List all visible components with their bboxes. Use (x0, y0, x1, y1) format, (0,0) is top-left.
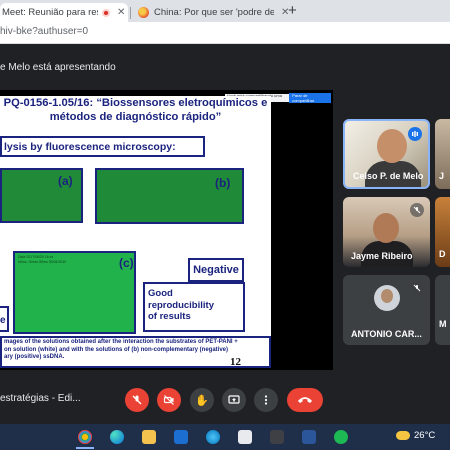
slide-title-line2: métodos de diagnóstico rápido” (49, 111, 222, 123)
participant-tile-peek[interactable]: D (435, 197, 450, 267)
more-vert-icon (264, 395, 268, 405)
address-bar[interactable]: hiv-bke?authuser=0 (0, 22, 450, 44)
good-line1: Good (148, 288, 173, 299)
positive-label-box: e (0, 306, 9, 332)
panel-b-label: (b) (215, 176, 231, 190)
more-options-button[interactable] (254, 388, 278, 412)
participant-peek-initial: M (439, 319, 447, 329)
present-icon (228, 395, 240, 404)
participant-tile-peek[interactable]: M (435, 275, 450, 345)
active-app-indicator (76, 447, 94, 449)
stop-sharing-button[interactable]: Parar de compartilhar (289, 93, 331, 103)
micrograph-c: Data 2017/06/20 16:xx Veloz, Green 80ms … (13, 251, 136, 334)
participant-name: ANTONIO CAR... (351, 329, 422, 339)
hand-icon: ✋ (195, 394, 209, 407)
meeting-name[interactable]: estratégias - Edi... (0, 393, 81, 404)
panel-c-note2: Veloz, Green 80ms 30/04/2010 (18, 260, 67, 264)
raise-hand-button[interactable]: ✋ (190, 388, 214, 412)
tab-china-title: China: Por que ser 'podre de ric (154, 7, 274, 18)
positive-label-fragment: e (0, 315, 6, 326)
panel-a-label: (a) (58, 174, 73, 188)
analysis-label: lysis by fluorescence microscopy: (4, 140, 176, 153)
panel-c-label: (c) (119, 256, 134, 270)
good-reproducibility-box: Good reproducibility of results (143, 282, 245, 332)
url-text[interactable]: hiv-bke?authuser=0 (0, 26, 88, 37)
mic-off-button[interactable] (125, 388, 149, 412)
participant-tile-peek[interactable]: J (435, 119, 450, 189)
app-icon[interactable] (270, 430, 284, 444)
tab-divider (130, 7, 131, 19)
tab-china[interactable]: China: Por que ser 'podre de ric ✕ (132, 3, 292, 22)
participant-peek-initial: D (439, 249, 446, 259)
hang-up-icon (298, 397, 312, 403)
micrograph-a: (a) (0, 168, 83, 223)
presenting-banner: e Melo está apresentando (0, 58, 450, 76)
word-icon[interactable] (302, 430, 316, 444)
participant-avatar (374, 285, 400, 311)
temperature-text: 26°C (414, 430, 436, 441)
slide-title: PQ-0156-1.05/16: “Biossensores eletroquí… (0, 96, 271, 124)
leave-call-button[interactable] (287, 388, 323, 412)
weather-widget[interactable]: 26°C (396, 430, 435, 441)
participant-video-face (377, 129, 407, 163)
camera-off-button[interactable] (157, 388, 181, 412)
spotify-icon[interactable] (334, 430, 348, 444)
present-screen-button[interactable] (222, 388, 246, 412)
mic-muted-icon (410, 281, 424, 295)
caption-line3: ary (positive) ssDNA. (4, 354, 65, 361)
participant-video-face (373, 213, 399, 243)
participant-name: Jayme Ribeiro (351, 251, 413, 261)
good-line2: reproducibility (148, 299, 214, 311)
store-icon[interactable] (174, 430, 188, 444)
presenting-text: e Melo está apresentando (0, 61, 116, 73)
slide-page-number: 12 (230, 356, 241, 368)
analysis-heading: lysis by fluorescence microscopy: (0, 136, 205, 157)
presentation-slide: PQ-0156-1.05/16: “Biossensores eletroquí… (0, 96, 271, 368)
participant-tile-antonio[interactable]: ANTONIO CAR... (343, 275, 430, 345)
negative-label: Negative (193, 264, 239, 276)
edge-icon[interactable] (110, 430, 124, 444)
os-taskbar: 26°C (0, 424, 450, 450)
browser-tab-strip: Meet: Reunião para resultad ✕ China: Por… (0, 0, 450, 22)
caption-line2: on solution (white) and with the solutio… (4, 346, 228, 353)
caption-line1: mages of the solutions obtained after th… (4, 339, 238, 345)
mic-off-icon (132, 395, 142, 405)
weather-cloud-icon (396, 431, 410, 440)
micrograph-b: (b) (95, 168, 244, 224)
mic-muted-icon (410, 203, 424, 217)
file-explorer-icon[interactable] (142, 430, 156, 444)
chrome-icon[interactable] (78, 430, 92, 444)
participant-name: Celso P. de Melo (353, 171, 424, 181)
negative-label-box: Negative (188, 258, 244, 282)
tab-meet[interactable]: Meet: Reunião para resultad ✕ (0, 3, 128, 22)
camera-off-icon (163, 395, 174, 405)
close-tab-icon[interactable]: ✕ (117, 7, 125, 18)
speaking-indicator-icon (408, 127, 422, 141)
tab-meet-title: Meet: Reunião para resultad (2, 7, 98, 18)
participant-peek-initial: J (439, 171, 445, 181)
news-favicon-icon (138, 7, 149, 18)
recording-indicator-icon (102, 8, 110, 17)
slide-title-line1: PQ-0156-1.05/16: “Biossensores eletroquí… (3, 97, 268, 109)
mail-icon[interactable] (238, 430, 252, 444)
participant-tile-jayme[interactable]: Jayme Ribeiro (343, 197, 430, 267)
participant-tile-celso[interactable]: Celso P. de Melo (343, 119, 430, 189)
photos-icon[interactable] (206, 430, 220, 444)
new-tab-button[interactable]: + (288, 2, 297, 19)
good-line3: of results (148, 311, 191, 322)
